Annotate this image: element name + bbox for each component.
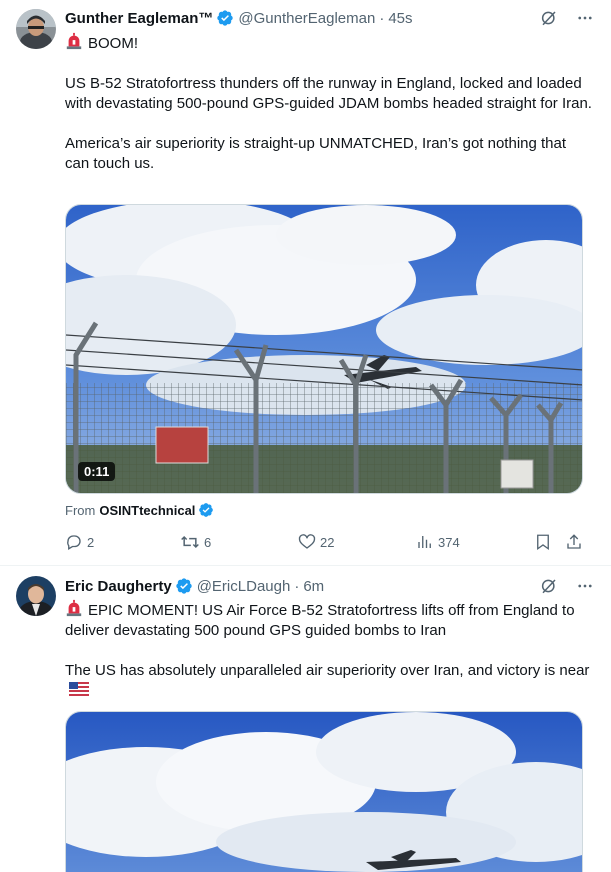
tweet-header: Eric Daugherty @EricLDaugh · 6m: [65, 576, 595, 596]
reply-button[interactable]: 2: [65, 533, 94, 551]
from-label: From: [65, 502, 96, 518]
repost-button[interactable]: 6: [180, 533, 211, 551]
tweet-text: BOOM! US B-52 Stratofortress thunders of…: [65, 32, 593, 174]
bookmark-icon: [537, 534, 549, 551]
tweet-line: BOOM!: [88, 35, 139, 52]
tweet-action-bar: 2 6 22 374: [65, 532, 585, 552]
share-button[interactable]: [565, 533, 587, 551]
reply-icon: [67, 535, 81, 550]
author-avatar[interactable]: [16, 576, 56, 616]
video-player[interactable]: [65, 711, 583, 872]
us-flag-emoji-icon: [69, 682, 89, 696]
tweet-time[interactable]: 6m: [303, 578, 324, 595]
tweet[interactable]: Gunther Eagleman™ @GuntherEagleman · 45s…: [0, 0, 611, 566]
like-count: 22: [320, 534, 335, 550]
repost-count: 6: [204, 534, 212, 550]
more-icon[interactable]: [575, 8, 595, 28]
tweet-paragraph: EPIC MOMENT! US Air Force B-52 Stratofor…: [65, 599, 593, 641]
author-handle[interactable]: @EricLDaugh: [197, 578, 291, 595]
verified-badge-icon: [217, 10, 234, 26]
video-duration: 0:11: [78, 462, 116, 481]
tweet-paragraph: US B-52 Stratofortress thunders off the …: [65, 75, 592, 112]
bookmark-button[interactable]: [534, 533, 556, 551]
grok-icon[interactable]: [539, 8, 559, 28]
video-thumbnail: [66, 205, 582, 493]
author-name[interactable]: Eric Daugherty: [65, 578, 172, 595]
siren-emoji-icon: [66, 599, 82, 617]
view-count: 374: [438, 534, 460, 550]
verified-badge-icon: [176, 578, 192, 594]
repost-icon: [181, 535, 199, 549]
siren-emoji-icon: [66, 32, 82, 50]
grok-icon[interactable]: [539, 576, 559, 596]
header-actions: [539, 576, 595, 596]
author-name[interactable]: Gunther Eagleman™: [65, 10, 213, 27]
header-actions: [539, 8, 595, 28]
separator-dot: ·: [294, 577, 300, 595]
source-account[interactable]: OSINTtechnical: [99, 503, 195, 518]
views-icon: [418, 536, 431, 548]
tweet-line: EPIC MOMENT! US Air Force B-52 Stratofor…: [65, 602, 575, 639]
tweet-text: EPIC MOMENT! US Air Force B-52 Stratofor…: [65, 599, 593, 701]
tweet-time[interactable]: 45s: [388, 10, 412, 27]
separator-dot: ·: [379, 9, 385, 27]
author-avatar[interactable]: [16, 9, 56, 49]
tweet-line: The US has absolutely unparalleled air s…: [65, 662, 590, 679]
tweet-paragraph: America’s air superiority is straight-up…: [65, 135, 567, 172]
tweet-header: Gunther Eagleman™ @GuntherEagleman · 45s: [65, 8, 595, 28]
video-player[interactable]: 0:11: [65, 204, 583, 494]
tweet-paragraph: BOOM!: [65, 32, 593, 54]
more-icon[interactable]: [575, 576, 595, 596]
reply-count: 2: [87, 534, 95, 550]
share-icon: [567, 534, 581, 549]
like-icon: [298, 534, 316, 549]
views-button[interactable]: 374: [416, 533, 460, 551]
tweet[interactable]: Eric Daugherty @EricLDaugh · 6m EPIC MOM…: [0, 567, 611, 872]
like-button[interactable]: 22: [298, 533, 334, 551]
video-attribution: From OSINTtechnical: [65, 502, 214, 518]
author-handle[interactable]: @GuntherEagleman: [238, 10, 375, 27]
tweet-paragraph: The US has absolutely unparalleled air s…: [65, 661, 593, 701]
verified-badge-icon: [199, 503, 214, 517]
video-thumbnail: [66, 712, 582, 872]
